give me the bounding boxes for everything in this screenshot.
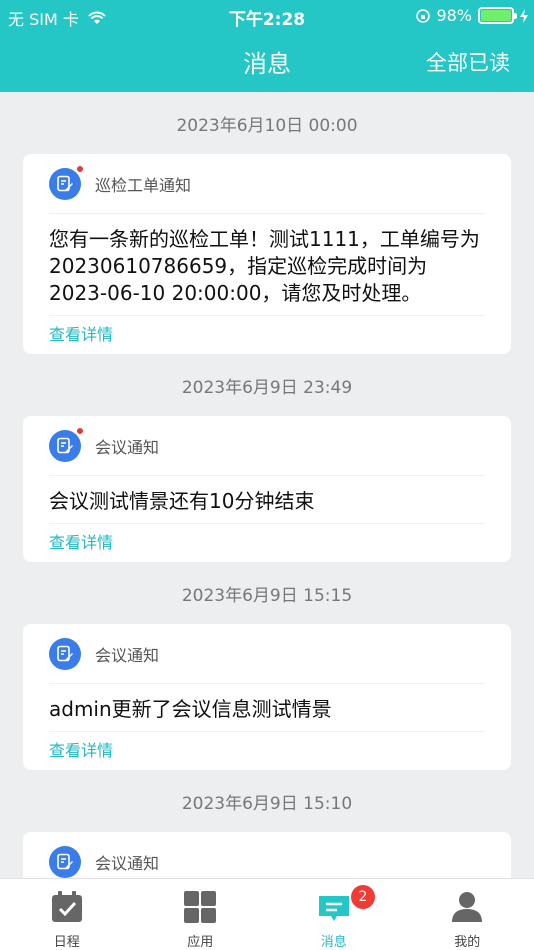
battery-percent: 98%: [436, 6, 472, 25]
message-date: 2023年6月9日 23:49: [181, 378, 353, 398]
unread-count-badge: 2: [351, 885, 375, 909]
notice-avatar: [49, 426, 84, 462]
notice-type: 会议通知: [95, 645, 160, 665]
message-body: admin更新了会议信息测试情景: [49, 684, 485, 732]
charging-icon: [520, 8, 528, 23]
person-icon: [449, 889, 485, 925]
message-icon: [316, 889, 352, 925]
message-card[interactable]: 会议通知 会议测试情景还有10分钟结束 查看详情: [23, 416, 511, 562]
view-details-link[interactable]: 查看详情: [49, 524, 485, 562]
edit-document-icon: [57, 437, 73, 453]
grid-icon: [182, 889, 218, 925]
message-card[interactable]: 会议通知: [23, 832, 511, 878]
message-list[interactable]: 2023年6月10日 00:00 巡检工单通知 您有一条新的巡检工单！测试111…: [0, 92, 534, 878]
unread-dot: [76, 426, 84, 435]
message-date: 2023年6月10日 00:00: [176, 116, 358, 136]
header: 无 SIM 卡 下午2:28 98% 消息 全部已读: [0, 0, 534, 92]
message-body: 会议测试情景还有10分钟结束: [49, 476, 485, 524]
tab-mine[interactable]: 我的: [401, 879, 534, 950]
message-date: 2023年6月9日 15:10: [181, 794, 353, 814]
tab-bar: 日程 应用 2 消息 我的: [0, 878, 534, 950]
notice-avatar: [49, 164, 84, 200]
calendar-check-icon: [49, 889, 85, 925]
notice-avatar: [49, 637, 81, 670]
tab-label: 应用: [187, 935, 214, 950]
battery-icon: [478, 7, 517, 24]
view-details-link[interactable]: 查看详情: [49, 732, 485, 770]
notice-type: 会议通知: [95, 437, 160, 457]
edit-document-icon: [57, 853, 73, 869]
notice-avatar: [49, 845, 81, 878]
message-card[interactable]: 会议通知 admin更新了会议信息测试情景 查看详情: [23, 624, 511, 770]
mark-all-read-button[interactable]: 全部已读: [426, 47, 510, 77]
tab-label: 我的: [454, 935, 481, 950]
tab-messages[interactable]: 2 消息: [267, 879, 401, 950]
tab-apps[interactable]: 应用: [134, 879, 268, 950]
unread-dot: [76, 164, 84, 173]
tab-label: 日程: [53, 935, 80, 950]
notice-type: 会议通知: [95, 853, 160, 873]
tab-schedule[interactable]: 日程: [0, 879, 134, 950]
edit-document-icon: [57, 645, 73, 661]
status-bar: 无 SIM 卡 下午2:28 98%: [0, 0, 534, 32]
message-card[interactable]: 巡检工单通知 您有一条新的巡检工单！测试1111，工单编号为2023061078…: [23, 154, 511, 354]
tab-label: 消息: [320, 935, 347, 950]
message-date: 2023年6月9日 15:15: [181, 586, 353, 606]
notice-type: 巡检工单通知: [95, 175, 192, 195]
message-body: 您有一条新的巡检工单！测试1111，工单编号为20230610786659，指定…: [49, 214, 485, 316]
edit-document-icon: [57, 175, 73, 191]
orientation-lock-icon: [416, 8, 431, 23]
view-details-link[interactable]: 查看详情: [49, 316, 485, 354]
